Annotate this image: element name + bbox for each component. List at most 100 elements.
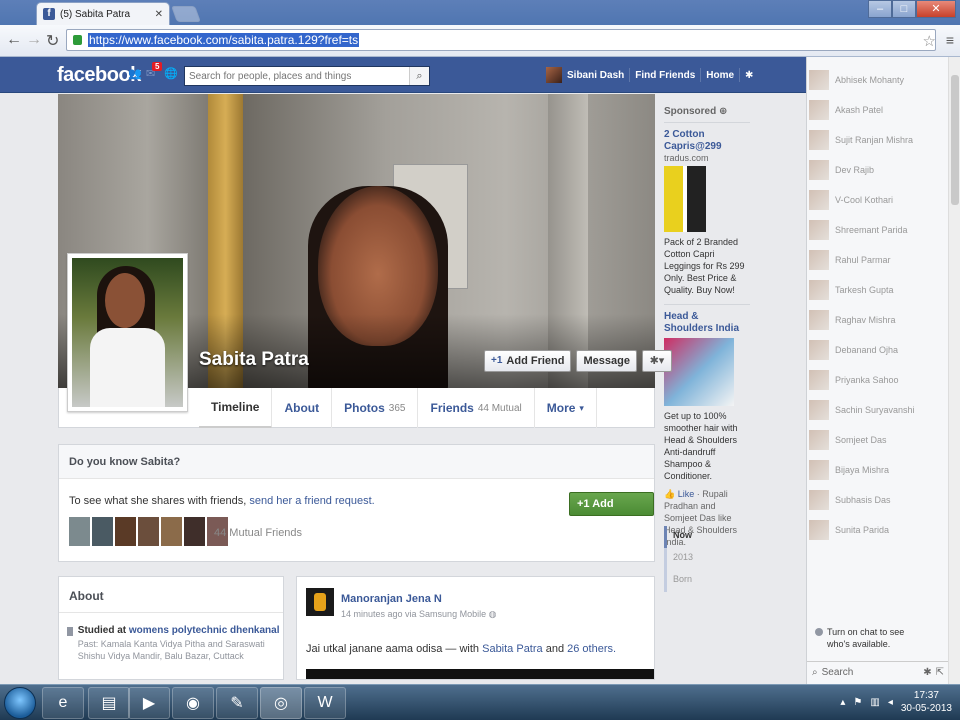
mutual-friends-count[interactable]: 44 Mutual Friends xyxy=(214,527,302,539)
mutual-friend-thumb[interactable] xyxy=(92,517,113,546)
tab-photos[interactable]: Photos 365 xyxy=(332,388,419,428)
chat-friend[interactable]: Dev Rajib xyxy=(807,155,949,185)
forward-icon[interactable]: → xyxy=(26,31,42,49)
search-input[interactable] xyxy=(185,70,409,82)
chat-friend[interactable]: Somjeet Das xyxy=(807,425,949,455)
network-icon[interactable]: ▥ xyxy=(870,697,879,708)
user-avatar[interactable] xyxy=(546,67,562,83)
message-button[interactable]: Message xyxy=(576,350,637,372)
close-window-button[interactable]: ✕ xyxy=(916,0,956,18)
minimize-button[interactable]: – xyxy=(868,0,892,18)
mutual-friend-thumb[interactable] xyxy=(161,517,182,546)
chat-friend[interactable]: Priyanka Sahoo xyxy=(807,365,949,395)
clock[interactable]: 17:37 30-05-2013 xyxy=(901,689,952,715)
ad-item[interactable]: 2 Cotton Capris@299 tradus.com Pack of 2… xyxy=(664,129,750,296)
friend-avatar xyxy=(809,310,829,330)
menu-icon[interactable]: ≡ xyxy=(946,32,954,48)
ad-item[interactable]: Head & Shoulders India Get up to 100% sm… xyxy=(664,304,750,548)
chat-friend[interactable]: Akash Patel xyxy=(807,95,949,125)
chat-friend[interactable]: Sunita Parida xyxy=(807,515,949,545)
flag-icon[interactable]: ⚑ xyxy=(853,697,862,708)
mutual-friend-thumb[interactable] xyxy=(69,517,90,546)
scrollbar-thumb[interactable] xyxy=(951,75,959,205)
notifications-icon[interactable]: 🌐 xyxy=(164,68,178,80)
chat-friend[interactable]: Bijaya Mishra xyxy=(807,455,949,485)
maximize-button[interactable]: □ xyxy=(892,0,916,18)
search-icon[interactable]: ⌕ xyxy=(409,67,429,85)
add-friend-green-button[interactable]: +1 Add Friend xyxy=(569,492,654,532)
word-icon[interactable]: W xyxy=(304,687,346,719)
chat-friend[interactable]: Abhisek Mohanty xyxy=(807,65,949,95)
about-title[interactable]: About xyxy=(59,577,283,613)
privacy-globe-icon[interactable]: ◍ xyxy=(489,609,497,619)
reload-icon[interactable]: ↻ xyxy=(46,31,59,51)
message-label: Message xyxy=(583,355,630,367)
firefox-icon[interactable]: ◉ xyxy=(172,687,214,719)
new-tab-button[interactable] xyxy=(171,6,201,22)
year-now[interactable]: Now xyxy=(664,526,699,548)
friend-request-link[interactable]: send her a friend request. xyxy=(249,495,374,507)
friend-requests-icon[interactable]: 👥 xyxy=(128,68,142,80)
utility-app-icon[interactable]: ✎ xyxy=(216,687,258,719)
home-link[interactable]: Home xyxy=(706,70,734,81)
chat-friend[interactable]: Tarkesh Gupta xyxy=(807,275,949,305)
back-icon[interactable]: ← xyxy=(6,31,22,49)
friend-name: Subhasis Das xyxy=(835,495,891,505)
ad-domain: tradus.com xyxy=(664,153,709,163)
ad-image[interactable] xyxy=(664,166,706,232)
internet-explorer-icon[interactable]: e xyxy=(42,687,84,719)
chat-options-gear-icon[interactable]: ✱ xyxy=(923,667,931,678)
file-explorer-icon[interactable]: ▤ xyxy=(88,687,130,719)
post-author-name[interactable]: Manoranjan Jena N xyxy=(341,593,442,605)
settings-gear-icon[interactable]: ✱ xyxy=(745,70,753,81)
post-author-avatar[interactable] xyxy=(306,588,334,616)
chat-friend[interactable]: Sachin Suryavanshi xyxy=(807,395,949,425)
profile-options-gear-icon[interactable]: ✱▾ xyxy=(641,350,672,372)
chat-friend[interactable]: Rahul Parmar xyxy=(807,245,949,275)
turn-on-chat-notice[interactable]: Turn on chat to see who's available. xyxy=(807,622,949,650)
media-player-icon[interactable]: ▶ xyxy=(128,687,170,719)
close-tab-icon[interactable]: ✕ xyxy=(155,9,163,20)
chat-friend[interactable]: Debanand Ojha xyxy=(807,335,949,365)
mutual-friend-thumb[interactable] xyxy=(115,517,136,546)
mutual-friend-thumb[interactable] xyxy=(138,517,159,546)
year-born[interactable]: Born xyxy=(667,570,699,592)
ad-image[interactable] xyxy=(664,338,734,406)
chat-friend[interactable]: Raghav Mishra xyxy=(807,305,949,335)
user-name-link[interactable]: Sibani Dash xyxy=(567,70,624,81)
tab-timeline[interactable]: Timeline xyxy=(199,388,273,428)
browser-tab[interactable]: f (5) Sabita Patra ✕ xyxy=(36,2,170,25)
mutual-friend-thumb[interactable] xyxy=(184,517,205,546)
tab-about[interactable]: About xyxy=(272,388,333,428)
chat-scrollbar[interactable] xyxy=(948,57,960,684)
address-bar[interactable]: https://www.facebook.com/sabita.patra.12… xyxy=(66,29,936,51)
profile-picture[interactable] xyxy=(67,253,188,412)
friend-name: Sunita Parida xyxy=(835,525,890,535)
profile-name[interactable]: Sabita Patra xyxy=(199,349,309,371)
year-2013[interactable]: 2013 xyxy=(667,548,699,570)
chat-friend[interactable]: V-Cool Kothari xyxy=(807,185,949,215)
add-friend-button[interactable]: +1 Add Friend xyxy=(484,350,572,372)
sponsored-heading[interactable]: Sponsored ⊕ xyxy=(664,106,750,123)
chat-friend[interactable]: Sujit Ranjan Mishra xyxy=(807,125,949,155)
school-link[interactable]: womens polytechnic dhenkanal xyxy=(129,625,280,636)
volume-icon[interactable]: ◂ xyxy=(888,697,893,708)
popout-icon[interactable]: ⇱ xyxy=(936,667,944,678)
ad-title[interactable]: Head & Shoulders India xyxy=(664,311,750,335)
find-friends-link[interactable]: Find Friends xyxy=(635,70,695,81)
like-link[interactable]: 👍 Like xyxy=(664,489,694,499)
bookmark-star-icon[interactable]: ☆ xyxy=(923,32,936,50)
start-button[interactable] xyxy=(4,687,36,719)
post-media[interactable] xyxy=(306,669,654,679)
ad-title[interactable]: 2 Cotton Capris@299 xyxy=(664,129,750,153)
chat-friend[interactable]: Subhasis Das xyxy=(807,485,949,515)
chat-search-input[interactable]: Search xyxy=(822,667,920,678)
tab-more[interactable]: More ▾ xyxy=(535,388,597,428)
post-and: and xyxy=(542,643,568,655)
tagged-user-link[interactable]: Sabita Patra xyxy=(482,643,543,655)
tab-friends[interactable]: Friends 44 Mutual xyxy=(418,388,535,428)
tagged-others-link[interactable]: 26 others. xyxy=(567,643,616,655)
tray-arrow-icon[interactable]: ▴ xyxy=(840,697,845,708)
chat-friend[interactable]: Shreemant Parida xyxy=(807,215,949,245)
chrome-icon[interactable]: ◎ xyxy=(260,687,302,719)
